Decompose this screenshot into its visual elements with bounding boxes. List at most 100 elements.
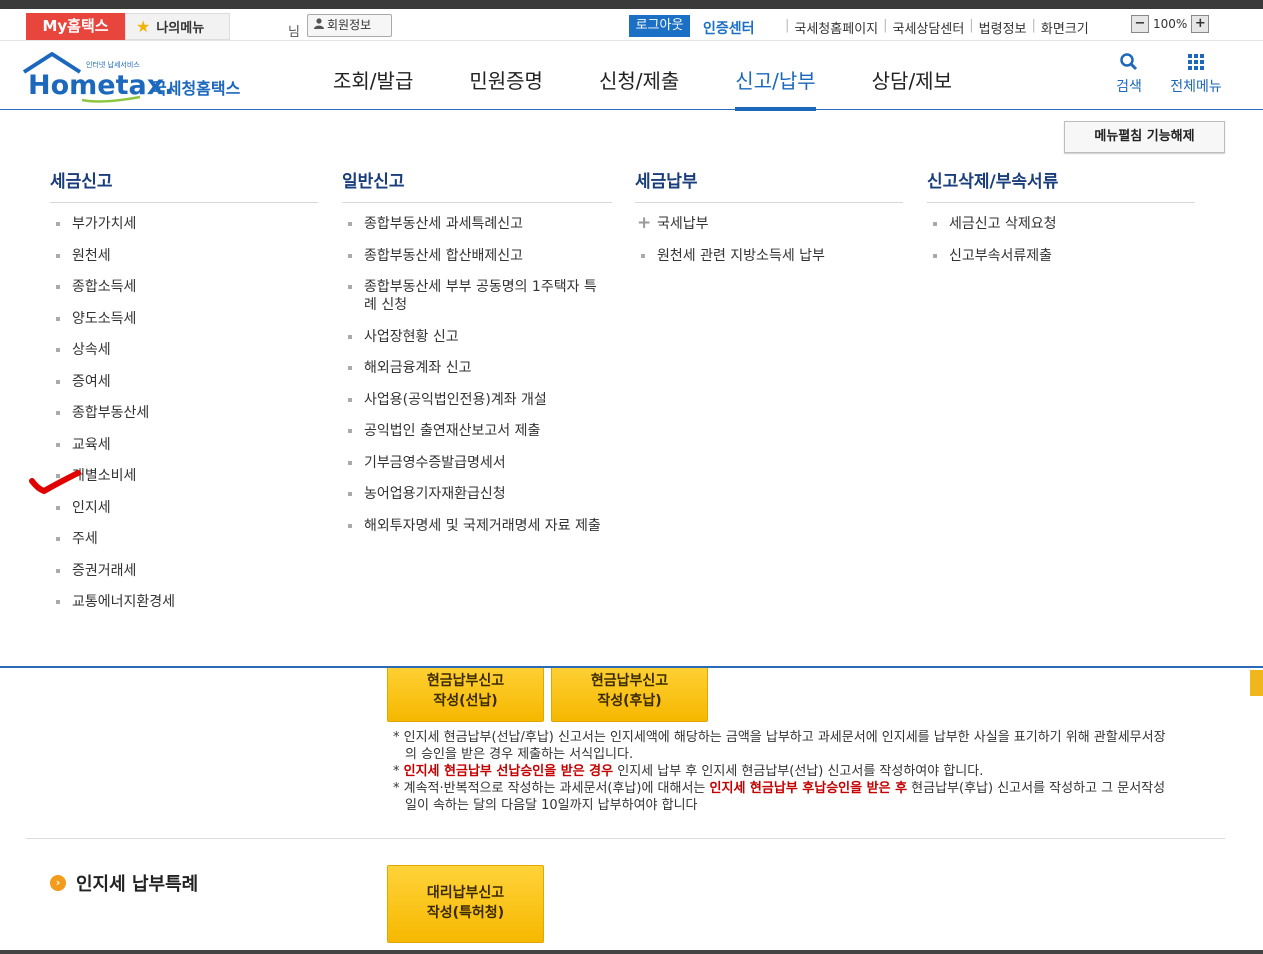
menu-item[interactable]: 종합부동산세 과세특례신고 [342, 215, 612, 233]
member-info-button[interactable]: 회원정보 [307, 14, 392, 37]
menu-item[interactable]: 농어업용기자재환급신청 [342, 485, 612, 503]
menu-item[interactable]: 종합부동산세 합산배제신고 [342, 247, 612, 265]
search-icon [1109, 52, 1149, 76]
red-checkmark-annotation [28, 469, 84, 503]
search-button[interactable]: 검색 [1109, 52, 1149, 96]
nav-consult-report[interactable]: 상담/제보 [844, 42, 980, 110]
menu-column-tax-report: 세금신고 부가가치세 원천세 종합소득세 양도소득세 상속세 증여세 종합부동산… [50, 167, 318, 625]
menu-item-securities-tax[interactable]: 증권거래세 [50, 562, 318, 580]
menu-item-education-tax[interactable]: 교육세 [50, 436, 318, 454]
notice-text: 계속적·반복적으로 작성하는 과세문서(후납)에 대해서는 [403, 781, 710, 796]
logo-kr-text: 국세청홈택스 [152, 79, 241, 98]
menu-item[interactable]: 기부금영수증발급명세서 [342, 454, 612, 472]
menu-item-comprehensive-real-estate[interactable]: 종합부동산세 [50, 404, 318, 422]
link-consult-center[interactable]: 국세상담센터 [893, 18, 965, 37]
proxy-payment-button[interactable]: 대리납부신고 작성(특허청) [387, 865, 544, 943]
menu-item-attachment-submit[interactable]: 신고부속서류제출 [927, 247, 1195, 265]
separator: | [1031, 18, 1036, 33]
arrow-bullet-icon: › [50, 875, 66, 891]
menu-item[interactable]: 해외투자명세 및 국제거래명세 자료 제출 [342, 517, 612, 535]
global-nav: 조회/발급 민원증명 신청/제출 신고/납부 상담/제보 [305, 42, 980, 111]
notice-highlight: 인지세 현금납부 선납승인을 받은 경우 [403, 764, 614, 779]
hometax-logo[interactable]: 인터넷 납세서비스 Hometax. 국세청홈택스 [22, 50, 262, 105]
menu-item[interactable]: 해외금융계좌 신고 [342, 359, 612, 377]
separator: | [969, 18, 974, 33]
mega-menu-panel: 메뉴펼침 기능해제 세금신고 부가가치세 원천세 종합소득세 양도소득세 상속세… [0, 111, 1263, 668]
menu-item-capital-gains[interactable]: 양도소득세 [50, 310, 318, 328]
menu-item[interactable]: 사업장현황 신고 [342, 328, 612, 346]
screen-size-label: 화면크기 [1040, 22, 1089, 37]
menu-item-income-tax[interactable]: 종합소득세 [50, 278, 318, 296]
link-nts-homepage[interactable]: 국세청홈페이지 [794, 18, 878, 37]
separator: | [883, 18, 888, 33]
top-bar-line [0, 0, 1263, 9]
page-content: 현금납부신고 작성(선납) 현금납부신고 작성(후납) * 인지세 현금납부(선… [0, 660, 1263, 954]
zoom-value: 100% [1153, 17, 1188, 31]
nav-apply-submit[interactable]: 신청/제출 [571, 42, 707, 110]
top-links: | 국세청홈페이지 | 국세상담센터 | 법령정보 | 화면크기 [780, 18, 1089, 37]
menu-column-general-report: 일반신고 종합부동산세 과세특례신고 종합부동산세 합산배제신고 종합부동산세 … [342, 167, 612, 548]
menu-item-vat[interactable]: 부가가치세 [50, 215, 318, 233]
menu-item-delete-request[interactable]: 세금신고 삭제요청 [927, 215, 1195, 233]
nav-civil-cert[interactable]: 민원증명 [441, 42, 571, 110]
button-line: 현금납부신고 [426, 673, 505, 689]
menu-item[interactable]: 사업용(공익법인전용)계좌 개설 [342, 391, 612, 409]
menu-item-gift-tax[interactable]: 증여세 [50, 373, 318, 391]
menu-item-stamp-tax[interactable]: 인지세 [50, 499, 318, 517]
cash-payment-prepay-button[interactable]: 현금납부신고 작성(선납) [387, 660, 544, 722]
column-title: 일반신고 [342, 167, 612, 203]
zoom-control: − 100% + [1131, 15, 1210, 33]
section-title-text: 인지세 납부특례 [76, 874, 199, 895]
notice-highlight: 인지세 현금납부 후납승인을 받은 후 [709, 781, 908, 796]
button-line: 대리납부신고 [426, 885, 505, 901]
menu-item-inheritance[interactable]: 상속세 [50, 341, 318, 359]
link-law-info[interactable]: 법령정보 [979, 18, 1027, 37]
bottom-edge [0, 950, 1263, 954]
menu-list: 종합부동산세 과세특례신고 종합부동산세 합산배제신고 종합부동산세 부부 공동… [342, 215, 612, 535]
menu-item-liquor-tax[interactable]: 주세 [50, 530, 318, 548]
logout-button[interactable]: 로그아웃 [629, 15, 690, 37]
utility-bar: My홈택스 ★ 나의메뉴 님 회원정보 로그아웃 인증센터 | 국세청홈페이지 |… [0, 9, 1263, 41]
nav-report-pay[interactable]: 신고/납부 [707, 42, 843, 111]
column-title: 신고삭제/부속서류 [927, 167, 1195, 203]
my-menu-tab[interactable]: ★ 나의메뉴 [125, 13, 230, 40]
logo-small-text: 인터넷 납세서비스 [86, 60, 140, 69]
button-line: 현금납부신고 [590, 673, 669, 689]
menu-list: 세금신고 삭제요청 신고부속서류제출 [927, 215, 1195, 265]
notice-item: * 인지세 현금납부 선납승인을 받은 경우 인지세 납부 후 인지세 현금납부… [393, 764, 984, 779]
my-menu-label: 나의메뉴 [156, 21, 205, 36]
cash-payment-postpay-button[interactable]: 현금납부신고 작성(후납) [551, 660, 708, 722]
menu-item[interactable]: 종합부동산세 부부 공동명의 1주택자 특례 신청 [342, 278, 612, 314]
menu-list: 국세납부 원천세 관련 지방소득세 납부 [635, 214, 903, 265]
all-menu-button[interactable]: 전체메뉴 [1165, 52, 1227, 96]
notice-text: 인지세 현금납부(선납/후납) 신고서는 인지세액에 해당하는 금액을 납부하고… [403, 730, 1166, 762]
menu-item-withholding[interactable]: 원천세 [50, 247, 318, 265]
menu-item[interactable]: 공익법인 출연재산보고서 제출 [342, 422, 612, 440]
button-line: 작성(특허청) [426, 905, 505, 921]
search-label: 검색 [1116, 79, 1142, 95]
menu-column-delete-attachments: 신고삭제/부속서류 세금신고 삭제요청 신고부속서류제출 [927, 167, 1195, 278]
menu-item-excise-tax[interactable]: 개별소비세 [50, 467, 318, 485]
notice-text: 인지세 납부 후 인지세 현금납부(선납) 신고서를 작성하여야 합니다. [613, 764, 984, 779]
zoom-in-button[interactable]: + [1191, 15, 1210, 33]
my-hometax-tab[interactable]: My홈택스 [26, 13, 125, 40]
scroll-handle[interactable] [1250, 670, 1263, 696]
notice-item: * 계속적·반복적으로 작성하는 과세문서(후납)에 대해서는 인지세 현금납부… [393, 781, 1166, 813]
person-icon [314, 15, 324, 36]
notice-item: * 인지세 현금납부(선납/후납) 신고서는 인지세액에 해당하는 금액을 납부… [393, 730, 1166, 762]
menu-item-national-tax-payment[interactable]: 국세납부 [635, 214, 903, 233]
menu-column-tax-payment: 세금납부 국세납부 원천세 관련 지방소득세 납부 [635, 167, 903, 278]
user-suffix: 님 [288, 25, 300, 40]
cert-center-link[interactable]: 인증센터 [703, 18, 755, 38]
menu-unfold-toggle-button[interactable]: 메뉴펼침 기능해제 [1064, 121, 1225, 153]
column-title: 세금납부 [635, 167, 903, 203]
menu-item-transport-energy-tax[interactable]: 교통에너지환경세 [50, 593, 318, 611]
button-line: 작성(후납) [597, 693, 662, 709]
separator: | [785, 18, 790, 33]
divider [26, 838, 1225, 839]
menu-item-local-income-tax-payment[interactable]: 원천세 관련 지방소득세 납부 [635, 247, 903, 265]
nav-inquiry-issue[interactable]: 조회/발급 [305, 42, 441, 110]
menu-list: 부가가치세 원천세 종합소득세 양도소득세 상속세 증여세 종합부동산세 교육세… [50, 215, 318, 611]
zoom-out-button[interactable]: − [1131, 15, 1149, 33]
grid-menu-icon [1165, 52, 1227, 76]
